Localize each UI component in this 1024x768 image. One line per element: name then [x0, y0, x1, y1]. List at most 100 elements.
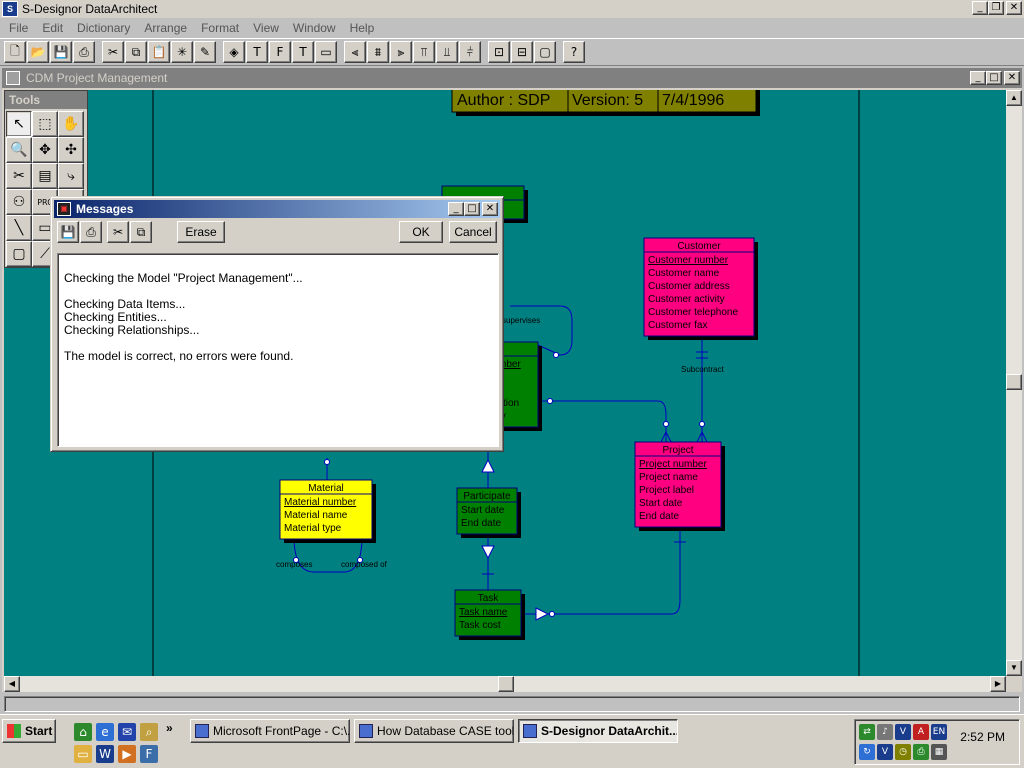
- vertical-scrollbar[interactable]: ▲ ▼: [1006, 90, 1022, 676]
- author-box[interactable]: Author : SDP Version: 5 7/4/1996: [451, 90, 760, 116]
- menu-view[interactable]: View: [246, 21, 286, 35]
- entity-task[interactable]: Task Task name Task cost: [454, 589, 525, 640]
- dialog-maximize-button[interactable]: □: [464, 202, 480, 216]
- printer-tray-icon[interactable]: ⎙: [913, 744, 929, 760]
- scheduler-icon[interactable]: ◷: [895, 744, 911, 760]
- lasso-tool[interactable]: ⬚: [32, 111, 58, 137]
- search-icon[interactable]: ⌕: [140, 723, 158, 741]
- save-button[interactable]: 💾: [50, 41, 72, 63]
- taskbar-item[interactable]: How Database CASE tool ...: [354, 719, 514, 743]
- volume-icon[interactable]: ♪: [877, 724, 893, 740]
- menu-help[interactable]: Help: [343, 21, 382, 35]
- copy-button[interactable]: ⧉: [125, 41, 147, 63]
- entity-customer[interactable]: Customer Customer number Customer name Cust…: [643, 237, 758, 340]
- media-player-icon[interactable]: ▶: [118, 745, 136, 763]
- restore-button[interactable]: ❐: [988, 1, 1004, 15]
- zoom-tool[interactable]: 🔍: [6, 137, 32, 163]
- group-button[interactable]: ⊡: [488, 41, 510, 63]
- print-button[interactable]: ⎙: [73, 41, 95, 63]
- entity-project[interactable]: Project Project number Project name Project…: [634, 441, 725, 531]
- mdi-close-button[interactable]: ✕: [1004, 71, 1020, 85]
- dialog-close-button[interactable]: ✕: [482, 202, 498, 216]
- horizontal-scroll-thumb[interactable]: [498, 676, 514, 692]
- new-button[interactable]: 🗋: [4, 41, 26, 63]
- taskbar-item[interactable]: Microsoft FrontPage - C:\...: [190, 719, 350, 743]
- entity-tool[interactable]: ▤: [32, 163, 58, 189]
- hand-tool[interactable]: ✋: [58, 111, 84, 137]
- align-bottom-button[interactable]: ⫩: [459, 41, 481, 63]
- menu-file[interactable]: File: [2, 21, 35, 35]
- ok-button[interactable]: OK: [399, 221, 443, 243]
- vertical-scroll-thumb[interactable]: [1006, 374, 1022, 390]
- shield-icon[interactable]: V: [877, 744, 893, 760]
- dialog-print-button[interactable]: ⎙: [80, 221, 102, 243]
- desktop-icon[interactable]: ⌂: [74, 723, 92, 741]
- scroll-up-button[interactable]: ▲: [1006, 90, 1022, 106]
- ati-icon[interactable]: A: [913, 724, 929, 740]
- fill-button[interactable]: ◈: [223, 41, 245, 63]
- sync-icon[interactable]: ↻: [859, 744, 875, 760]
- ungroup-button[interactable]: ⊟: [511, 41, 533, 63]
- dialog-minimize-button[interactable]: _: [448, 202, 464, 216]
- frontpage-icon[interactable]: F: [140, 745, 158, 763]
- help-button[interactable]: ?: [563, 41, 585, 63]
- menu-dictionary[interactable]: Dictionary: [70, 21, 137, 35]
- menu-arrange[interactable]: Arrange: [137, 21, 194, 35]
- internet-explorer-icon[interactable]: e: [96, 723, 114, 741]
- zoom-in-tool[interactable]: ✥: [32, 137, 58, 163]
- frame-button[interactable]: ▢: [534, 41, 556, 63]
- align-middle-button[interactable]: ⫫: [436, 41, 458, 63]
- scroll-down-button[interactable]: ▼: [1006, 660, 1022, 676]
- line-tool[interactable]: ╲: [6, 215, 32, 241]
- pointer-tool[interactable]: ↖: [6, 111, 32, 137]
- delete-button[interactable]: ✳: [171, 41, 193, 63]
- shadow-button[interactable]: ▭: [315, 41, 337, 63]
- paste-button[interactable]: 📋: [148, 41, 170, 63]
- network-icon[interactable]: ⇄: [859, 724, 875, 740]
- dialog-cut-button[interactable]: ✂: [107, 221, 129, 243]
- text-box-button[interactable]: T: [292, 41, 314, 63]
- erase-button[interactable]: Erase: [177, 221, 225, 243]
- clock[interactable]: 2:52 PM: [960, 730, 1005, 744]
- ungroup-icon: ⊟: [516, 45, 528, 59]
- word-icon[interactable]: W: [96, 745, 114, 763]
- zoom-out-tool[interactable]: ✣: [58, 137, 84, 163]
- cancel-button[interactable]: Cancel: [449, 221, 497, 243]
- messages-output[interactable]: Checking the Model "Project Management".…: [57, 253, 499, 447]
- start-button[interactable]: Start: [2, 719, 56, 743]
- scroll-right-button[interactable]: ▶: [990, 676, 1006, 692]
- menu-format[interactable]: Format: [194, 21, 246, 35]
- horizontal-scrollbar[interactable]: ◀ ▶: [4, 676, 1006, 692]
- menu-edit[interactable]: Edit: [35, 21, 70, 35]
- cut-tool[interactable]: ✂: [6, 163, 32, 189]
- relationship-tool[interactable]: ⤷: [58, 163, 84, 189]
- cut-button[interactable]: ✂: [102, 41, 124, 63]
- quicklaunch-more-icon[interactable]: »: [166, 721, 173, 735]
- scroll-left-button[interactable]: ◀: [4, 676, 20, 692]
- language-icon[interactable]: EN: [931, 724, 947, 740]
- mdi-maximize-button[interactable]: □: [986, 71, 1002, 85]
- dialog-save-button[interactable]: 💾: [57, 221, 79, 243]
- rounded-rect-tool[interactable]: ▢: [6, 241, 32, 267]
- menu-window[interactable]: Window: [286, 21, 343, 35]
- pen-button[interactable]: ✎: [194, 41, 216, 63]
- dialog-copy-button[interactable]: ⧉: [130, 221, 152, 243]
- align-left-button[interactable]: ⫷: [344, 41, 366, 63]
- entity-participate[interactable]: Participate Start date End date: [456, 487, 521, 538]
- antivirus-icon[interactable]: V: [895, 724, 911, 740]
- folder-icon[interactable]: ▭: [74, 745, 92, 763]
- align-center-button[interactable]: ⩩: [367, 41, 389, 63]
- outlook-icon[interactable]: ✉: [118, 723, 136, 741]
- font-button[interactable]: F: [269, 41, 291, 63]
- inheritance-tool[interactable]: ⚇: [6, 189, 32, 215]
- close-button[interactable]: ✕: [1006, 1, 1022, 15]
- taskbar-item[interactable]: S-Designor DataArchit...: [518, 719, 678, 743]
- text-format-button[interactable]: T: [246, 41, 268, 63]
- entity-material[interactable]: Material Material number Material name Mate…: [279, 479, 376, 543]
- align-right-button[interactable]: ⫸: [390, 41, 412, 63]
- mdi-minimize-button[interactable]: _: [970, 71, 986, 85]
- drive-icon[interactable]: ▦: [931, 744, 947, 760]
- align-top-button[interactable]: ⫪: [413, 41, 435, 63]
- open-button[interactable]: 📂: [27, 41, 49, 63]
- minimize-button[interactable]: _: [972, 1, 988, 15]
